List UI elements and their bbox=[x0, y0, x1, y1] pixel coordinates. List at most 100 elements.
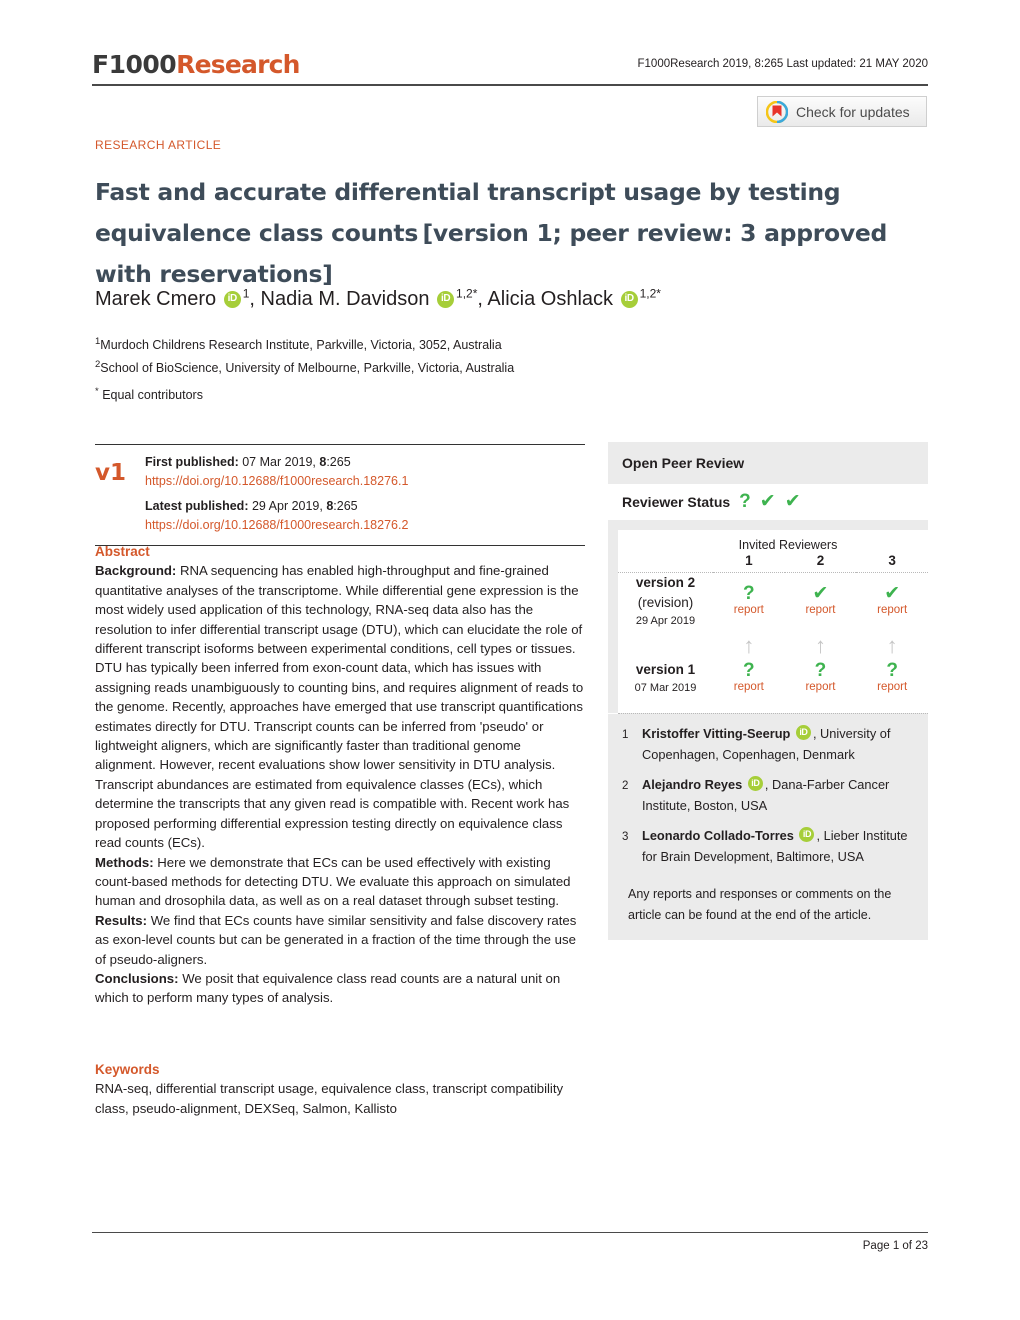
keywords-section: Keywords RNA-seq, differential transcrip… bbox=[95, 1060, 595, 1118]
abstract-background-label: Background: bbox=[95, 563, 177, 579]
arrow-cell: ↑ bbox=[785, 630, 857, 660]
reviewer-name[interactable]: Leonardo Collado-Torres bbox=[642, 828, 794, 843]
check-for-updates-button[interactable]: Check for updates bbox=[757, 96, 927, 127]
reviewer-status-label: Reviewer Status bbox=[622, 493, 731, 510]
version-1-label-cell: version 1 07 Mar 2019 bbox=[618, 660, 713, 697]
orcid-icon[interactable] bbox=[795, 724, 811, 740]
check-mark-icon: ✔ bbox=[812, 583, 829, 604]
v2-reviewer-2-cell: ✔ report bbox=[785, 572, 857, 630]
list-item: 2 Alejandro Reyes , Dana-Farber Cancer I… bbox=[622, 774, 914, 816]
check-for-updates-label: Check for updates bbox=[796, 103, 910, 120]
author-entry: Marek Cmero 1, bbox=[95, 286, 261, 310]
question-mark-icon: ? bbox=[814, 660, 827, 681]
abstract-results-label: Results: bbox=[95, 912, 148, 928]
author-affil-sup: 1,2* bbox=[456, 286, 478, 300]
arrow-spacer bbox=[618, 630, 713, 660]
reviewer-name[interactable]: Kristoffer Vitting-Seerup bbox=[642, 726, 790, 741]
abstract-background-text: RNA sequencing has enabled high-throughp… bbox=[95, 563, 584, 851]
v1-reviewer-3-cell: ? report bbox=[856, 660, 928, 697]
report-link[interactable]: report bbox=[856, 603, 928, 618]
version-badge: v1 bbox=[95, 460, 126, 486]
table-row: version 2 (revision) 29 Apr 2019 ? repor… bbox=[618, 572, 928, 630]
latest-published-date: 29 Apr 2019, bbox=[251, 499, 327, 513]
first-doi-link[interactable]: https://doi.org/10.12688/f1000research.1… bbox=[145, 472, 408, 491]
question-mark-icon: ? bbox=[886, 660, 898, 681]
table-header-row: 1 2 3 bbox=[618, 553, 928, 571]
version-2-revision: (revision) bbox=[637, 594, 694, 610]
version-details: First published: 07 Mar 2019, 8:265 http… bbox=[145, 453, 408, 535]
version-2-date: 29 Apr 2019 bbox=[635, 614, 696, 627]
author-name: Marek Cmero bbox=[95, 287, 217, 310]
up-arrow-icon: ↑ bbox=[743, 632, 755, 658]
author-affil-sup: 1,2* bbox=[639, 286, 661, 300]
latest-doi-link[interactable]: https://doi.org/10.12688/f1000research.1… bbox=[145, 516, 408, 535]
article-type-label: RESEARCH ARTICLE bbox=[95, 138, 222, 152]
reports-note: Any reports and responses or comments on… bbox=[608, 881, 928, 940]
reviewer-column-3: 3 bbox=[888, 553, 896, 568]
equal-contrib-text: Equal contributors bbox=[102, 388, 203, 403]
abstract-background: Background: RNA sequencing has enabled h… bbox=[95, 561, 585, 852]
check-mark-icon: ✔ bbox=[884, 583, 901, 604]
abstract-results: Results: We find that ECs counts have si… bbox=[95, 911, 585, 969]
abstract-methods: Methods: Here we demonstrate that ECs ca… bbox=[95, 853, 585, 911]
v2-reviewer-3-cell: ✔ report bbox=[856, 572, 928, 630]
v2-reviewer-1-cell: ? report bbox=[713, 572, 785, 630]
check-mark-icon: ✔ bbox=[759, 491, 776, 512]
author-list: Marek Cmero 1, Nadia M. Davidson 1,2*, A… bbox=[95, 280, 915, 312]
version-2-name: version 2 bbox=[635, 574, 696, 590]
affiliation-text: Murdoch Childrens Research Institute, Pa… bbox=[100, 338, 502, 353]
logo-f1000-text: F1000 bbox=[92, 50, 177, 79]
report-link[interactable]: report bbox=[713, 680, 785, 695]
orcid-icon[interactable] bbox=[747, 775, 763, 791]
up-arrow-icon: ↑ bbox=[814, 632, 826, 658]
report-link[interactable]: report bbox=[856, 680, 928, 695]
first-published-label: First published: bbox=[145, 455, 239, 469]
reviewer-entry: Kristoffer Vitting-Seerup , University o… bbox=[642, 723, 914, 765]
report-link[interactable]: report bbox=[713, 603, 785, 618]
version-info-box: v1 First published: 07 Mar 2019, 8:265 h… bbox=[95, 444, 585, 546]
header-rule bbox=[92, 84, 928, 86]
running-head: F1000Research 2019, 8:265 Last updated: … bbox=[637, 58, 928, 70]
version-arrows-row: ↑ ↑ ↑ bbox=[618, 630, 928, 660]
orcid-icon[interactable] bbox=[223, 290, 241, 308]
reviewer-entry: Alejandro Reyes , Dana-Farber Cancer Ins… bbox=[642, 774, 914, 816]
author-separator: , bbox=[249, 287, 261, 310]
report-link[interactable]: report bbox=[785, 603, 857, 618]
invited-reviewers-heading: Invited Reviewers bbox=[738, 538, 838, 552]
list-item: 3 Leonardo Collado-Torres , Lieber Insti… bbox=[622, 825, 914, 867]
reviewer-status-table: 1 2 3 version 2 (revision) 29 Apr 2019 ?… bbox=[618, 553, 928, 697]
report-link[interactable]: report bbox=[785, 680, 857, 695]
author-entry: Nadia M. Davidson 1,2*, bbox=[261, 286, 488, 310]
reviewer-status-row: Reviewer Status ? ✔ ✔ bbox=[608, 484, 928, 520]
check-mark-icon: ✔ bbox=[784, 491, 801, 512]
reviewer-number: 2 bbox=[622, 779, 629, 792]
keywords-heading: Keywords bbox=[95, 1062, 160, 1077]
reviewer-column-2: 2 bbox=[816, 553, 825, 568]
orcid-icon[interactable] bbox=[437, 290, 455, 308]
v1-reviewer-2-cell: ? report bbox=[785, 660, 857, 697]
reviewer-matrix-wrap: Invited Reviewers 1 2 3 version 2 (revis… bbox=[608, 520, 928, 713]
reviewer-name[interactable]: Alejandro Reyes bbox=[642, 777, 742, 792]
author-separator: , bbox=[477, 287, 488, 310]
footer-rule bbox=[92, 1232, 928, 1233]
first-published-line: First published: 07 Mar 2019, 8:265 bbox=[145, 453, 408, 472]
v1-reviewer-1-cell: ? report bbox=[713, 660, 785, 697]
abstract-section: Abstract Background: RNA sequencing has … bbox=[95, 542, 585, 1008]
open-peer-review-panel: Open Peer Review Reviewer Status ? ✔ ✔ I… bbox=[608, 442, 928, 940]
orcid-icon[interactable] bbox=[799, 826, 815, 842]
arrow-cell: ↑ bbox=[713, 630, 785, 660]
equal-contributors-note: * Equal contributors bbox=[95, 386, 203, 402]
equal-contrib-sup: * bbox=[95, 386, 99, 397]
up-arrow-icon: ↑ bbox=[886, 632, 898, 658]
reviewer-entry: Leonardo Collado-Torres , Lieber Institu… bbox=[642, 825, 914, 867]
version-2-label-cell: version 2 (revision) 29 Apr 2019 bbox=[618, 572, 713, 630]
page-number: Page 1 of 23 bbox=[862, 1240, 928, 1252]
latest-published-label: Latest published: bbox=[145, 499, 249, 513]
version-1-date: 07 Mar 2019 bbox=[634, 681, 697, 694]
reviewer-number: 1 bbox=[622, 728, 629, 741]
abstract-conclusions-label: Conclusions: bbox=[95, 970, 179, 986]
masthead: F1000 Research F1000Research 2019, 8:265 … bbox=[92, 50, 928, 86]
open-peer-review-title: Open Peer Review bbox=[608, 442, 928, 484]
orcid-icon[interactable] bbox=[620, 290, 638, 308]
reviewer-matrix: Invited Reviewers 1 2 3 version 2 (revis… bbox=[618, 530, 928, 713]
